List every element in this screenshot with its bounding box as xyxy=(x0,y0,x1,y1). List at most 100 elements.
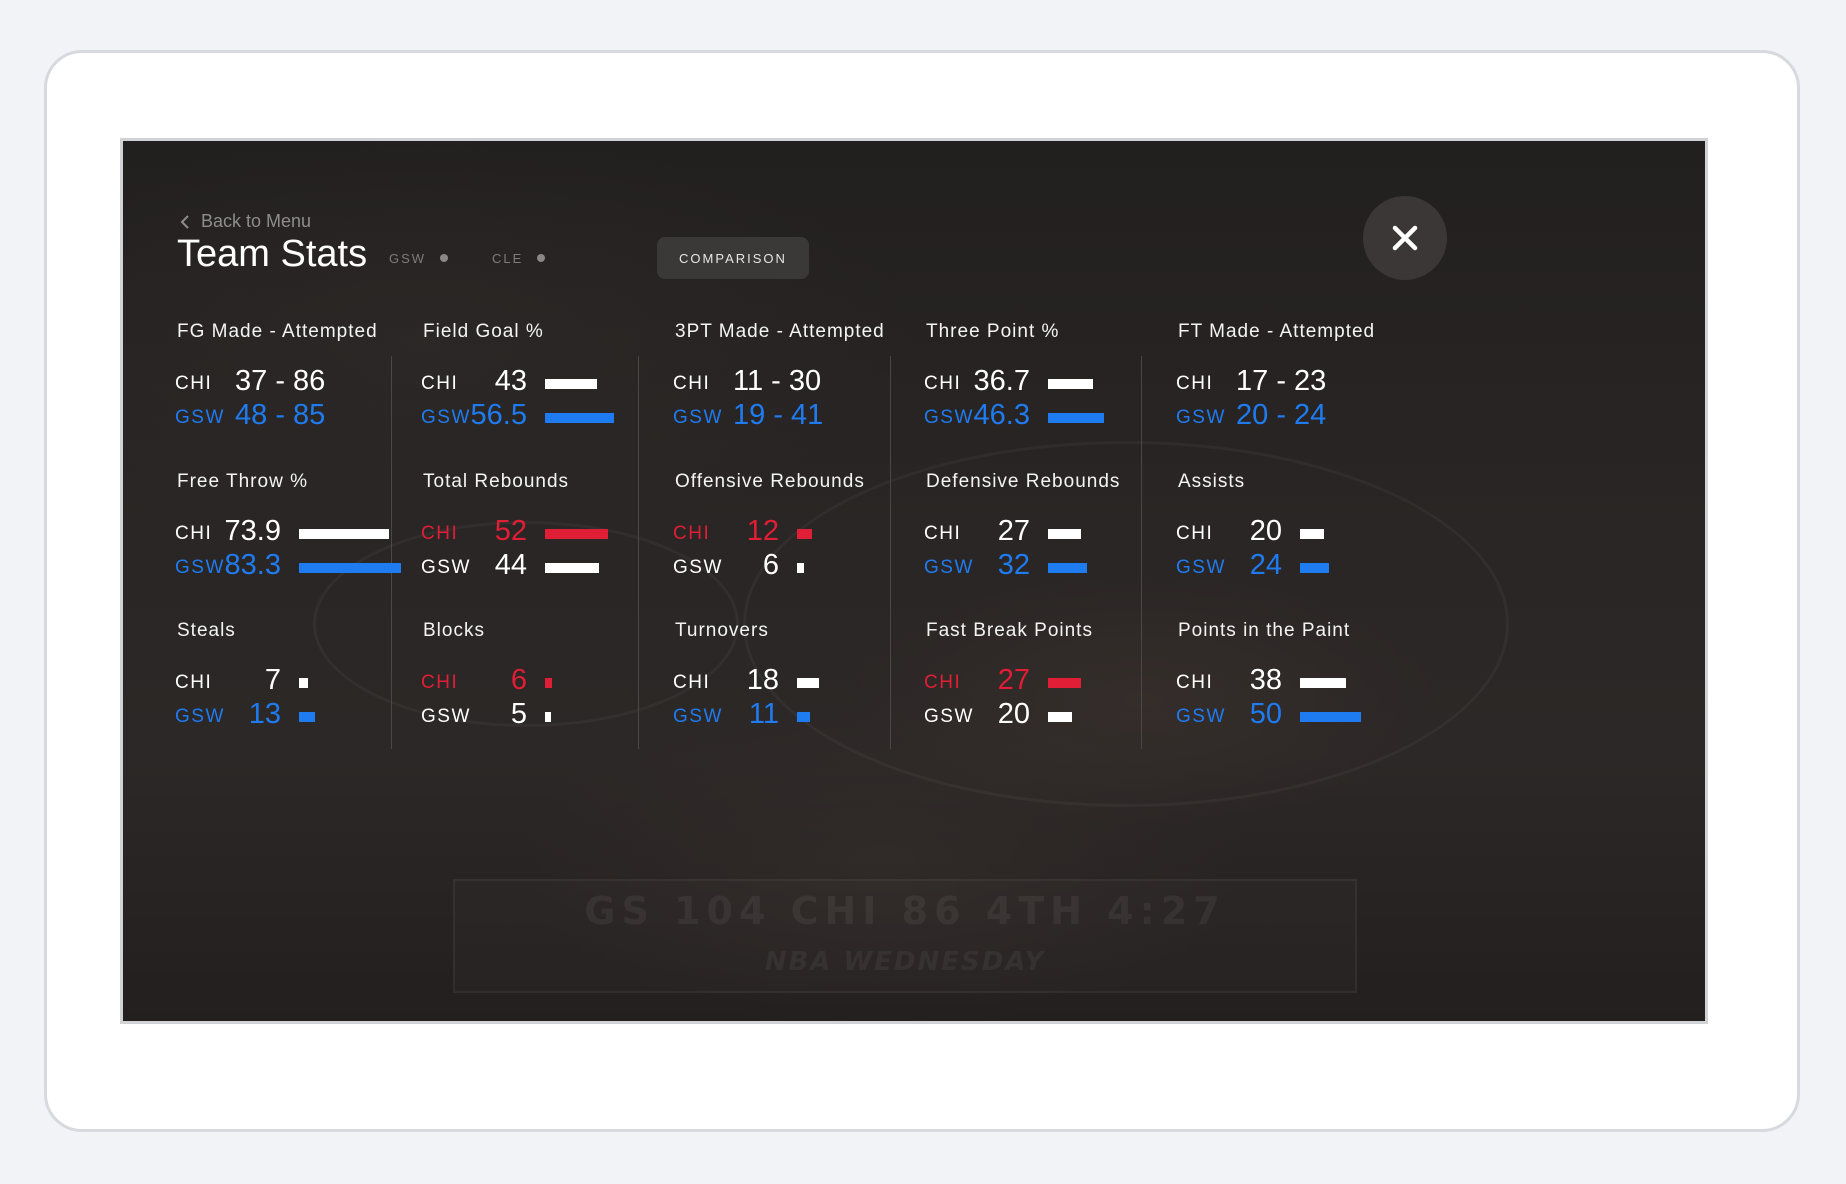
stat-title: Assists xyxy=(1178,471,1246,492)
stat-turnovers: Turnovers CHI 18 GSW 11 xyxy=(673,620,935,760)
gsw-value: 32 xyxy=(997,549,1030,581)
back-to-menu-label: Back to Menu xyxy=(201,211,312,231)
gsw-bar xyxy=(299,563,401,573)
gsw-bar xyxy=(1048,712,1072,722)
stat-ft-made-attempted: FT Made - Attempted CHI 17 - 23 GSW 20 - 24 xyxy=(1176,321,1438,461)
stat-title: Total Rebounds xyxy=(423,471,570,492)
gsw-value: 46.3 xyxy=(973,399,1030,431)
chi-value: 7 xyxy=(264,664,281,696)
tab-indicator-dot xyxy=(440,254,449,262)
chi-value: 11 - 30 xyxy=(733,365,822,397)
gsw-bar xyxy=(1048,413,1104,423)
stat-offensive-rebounds: Offensive Rebounds CHI 12 GSW 6 xyxy=(673,471,935,611)
page-title: Team Stats xyxy=(177,233,368,275)
gsw-value: 5 xyxy=(510,698,527,730)
gsw-bar xyxy=(1300,563,1329,573)
stat-title: FT Made - Attempted xyxy=(1178,321,1376,342)
gsw-value: 50 xyxy=(1249,698,1282,730)
chi-label: CHI xyxy=(673,373,711,394)
gsw-value: 56.5 xyxy=(470,399,527,431)
gsw-bar xyxy=(545,712,551,722)
chi-value: 12 xyxy=(746,515,779,547)
stat-field-goal-pct: Field Goal % CHI 43 GSW 56.5 xyxy=(421,321,683,461)
stat-title: Steals xyxy=(177,620,236,641)
stat-steals: Steals CHI 7 GSW 13 xyxy=(175,620,437,760)
scorebug-score: GS 104 CHI 86 4TH 4:27 xyxy=(584,889,1226,933)
chi-bar xyxy=(545,529,608,539)
stat-title: Fast Break Points xyxy=(926,620,1093,641)
tab-indicator-dot xyxy=(537,254,546,262)
chi-value: 6 xyxy=(510,664,527,696)
gsw-label: GSW xyxy=(175,407,225,428)
chi-value: 27 xyxy=(997,515,1030,547)
stat-points-in-the-paint: Points in the Paint CHI 38 GSW 50 xyxy=(1176,620,1438,760)
chi-bar xyxy=(797,678,819,688)
stat-fg-made-attempted: FG Made - Attempted CHI 37 - 86 GSW 48 - 85 xyxy=(175,321,437,461)
gsw-label: GSW xyxy=(673,407,723,428)
gsw-value: 20 - 24 xyxy=(1236,399,1327,431)
chi-value: 20 xyxy=(1249,515,1282,547)
gsw-bar xyxy=(545,413,614,423)
chi-value: 17 - 23 xyxy=(1236,365,1327,397)
chi-value: 43 xyxy=(494,365,527,397)
stat-title: Defensive Rebounds xyxy=(926,471,1121,492)
stat-3pt-made-attempted: 3PT Made - Attempted CHI 11 - 30 GSW 19 - 41 xyxy=(673,321,935,461)
gsw-label: GSW xyxy=(1176,407,1226,428)
stat-blocks: Blocks CHI 6 GSW 5 xyxy=(421,620,683,760)
chi-bar xyxy=(1048,678,1081,688)
chi-bar xyxy=(797,529,812,539)
gsw-bar xyxy=(797,563,804,573)
gsw-value: 13 xyxy=(248,698,281,730)
chi-value: 38 xyxy=(1249,664,1282,696)
tv-scorebug: GS 104 CHI 86 4TH 4:27 NBA WEDNESDAY xyxy=(453,879,1357,993)
tab-gsw-label: GSW xyxy=(389,250,427,266)
chi-bar xyxy=(1048,529,1081,539)
stat-total-rebounds: Total Rebounds CHI 52 GSW 44 xyxy=(421,471,683,611)
chi-label: CHI xyxy=(1176,373,1214,394)
stat-defensive-rebounds: Defensive Rebounds CHI 27 GSW 32 xyxy=(924,471,1186,611)
gsw-value: 48 - 85 xyxy=(235,399,326,431)
stat-fast-break-points: Fast Break Points CHI 27 GSW 20 xyxy=(924,620,1186,760)
gsw-value: 44 xyxy=(494,549,527,581)
chevron-left-icon xyxy=(179,214,191,230)
stat-title: FG Made - Attempted xyxy=(177,321,378,342)
scorebug-program: NBA WEDNESDAY xyxy=(764,947,1046,977)
tab-comparison[interactable]: COMPARISON xyxy=(657,237,809,279)
chi-value: 18 xyxy=(746,664,779,696)
gsw-bar xyxy=(545,563,599,573)
close-button[interactable] xyxy=(1363,196,1447,280)
chi-value: 52 xyxy=(494,515,527,547)
gsw-value: 6 xyxy=(762,549,779,581)
gsw-bar xyxy=(797,712,810,722)
back-to-menu-link[interactable]: Back to Menu xyxy=(179,211,311,232)
chi-bar xyxy=(299,529,389,539)
chi-value: 73.9 xyxy=(224,515,281,547)
stat-title: Turnovers xyxy=(675,620,769,641)
stat-title: Field Goal % xyxy=(423,321,544,342)
chi-bar xyxy=(1300,678,1346,688)
chi-bar xyxy=(545,678,552,688)
chi-label: CHI xyxy=(175,373,213,394)
chi-bar xyxy=(299,678,308,688)
chi-bar xyxy=(545,379,597,389)
tab-cle-label: CLE xyxy=(492,250,524,266)
stat-title: 3PT Made - Attempted xyxy=(675,321,885,342)
gsw-bar xyxy=(299,712,315,722)
stat-title: Offensive Rebounds xyxy=(675,471,865,492)
stat-title: Blocks xyxy=(423,620,485,641)
stat-title: Three Point % xyxy=(926,321,1060,342)
stat-free-throw-pct: Free Throw % CHI 73.9 GSW 83.3 xyxy=(175,471,437,611)
tab-gsw[interactable]: GSW xyxy=(389,237,449,279)
chi-bar xyxy=(1048,379,1093,389)
gsw-value: 24 xyxy=(1249,549,1282,581)
gsw-value: 19 - 41 xyxy=(733,399,824,431)
gsw-value: 83.3 xyxy=(224,549,281,581)
stat-title: Points in the Paint xyxy=(1178,620,1351,641)
chi-value: 27 xyxy=(997,664,1030,696)
gsw-bar xyxy=(1048,563,1087,573)
gsw-value: 11 xyxy=(748,698,779,730)
stat-three-point-pct: Three Point % CHI 36.7 GSW 46.3 xyxy=(924,321,1186,461)
chi-bar xyxy=(1300,529,1324,539)
close-icon xyxy=(1392,225,1418,251)
tab-cle[interactable]: CLE xyxy=(492,237,546,279)
